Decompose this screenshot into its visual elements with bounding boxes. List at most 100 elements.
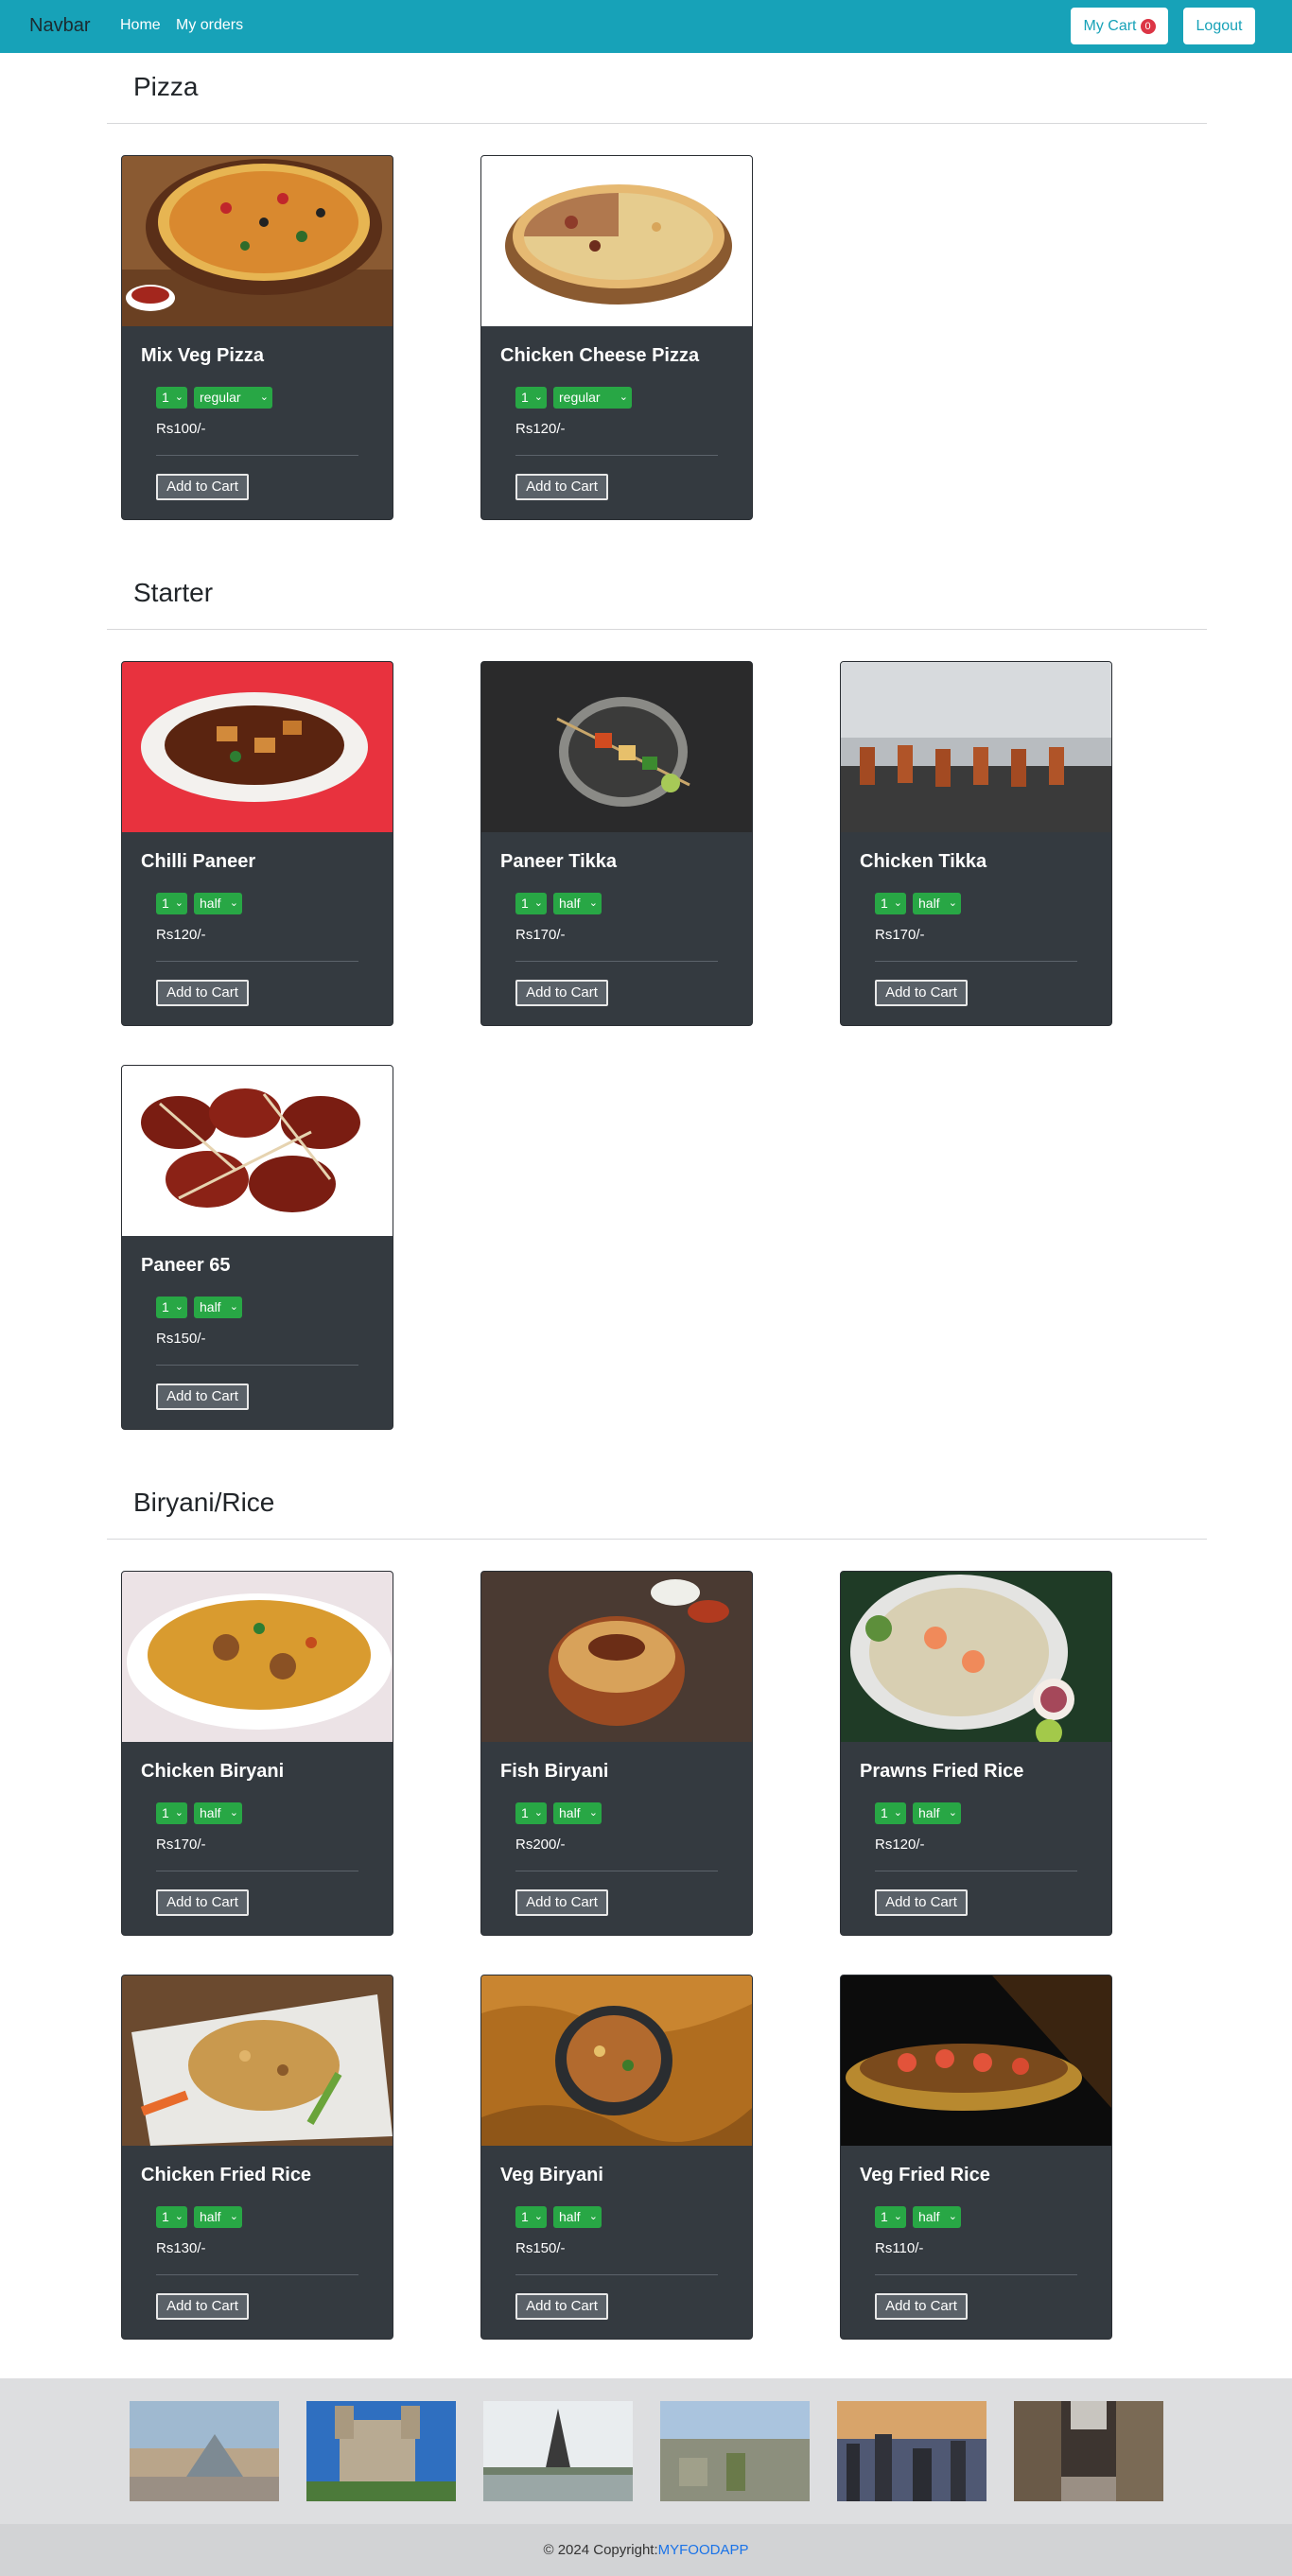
gallery-image-paris-skyline[interactable] xyxy=(660,2401,810,2501)
quantity-select[interactable]: 1 ⌄ xyxy=(156,893,187,914)
logout-button[interactable]: Logout xyxy=(1183,8,1255,44)
chevron-down-icon: ⌄ xyxy=(948,1807,957,1819)
add-to-cart-button[interactable]: Add to Cart xyxy=(875,980,968,1006)
nav-link-my-orders[interactable]: My orders xyxy=(176,17,243,34)
section-divider xyxy=(107,123,1207,124)
chevron-down-icon: ⌄ xyxy=(174,1301,183,1313)
size-value: half xyxy=(200,1299,221,1314)
quantity-select[interactable]: 1 ⌄ xyxy=(156,1802,187,1824)
section-divider xyxy=(107,629,1207,630)
food-name: Veg Biryani xyxy=(500,2165,603,2185)
size-select[interactable]: half ⌄ xyxy=(194,893,242,914)
gallery-image-paris-street[interactable] xyxy=(1014,2401,1163,2501)
chevron-down-icon: ⌄ xyxy=(174,1807,183,1819)
food-card: Chicken Tikka 1 ⌄ half ⌄ Rs170/- Add to Ca… xyxy=(840,661,1112,1026)
add-to-cart-button[interactable]: Add to Cart xyxy=(156,1384,249,1410)
chevron-down-icon: ⌄ xyxy=(588,897,598,909)
chevron-down-icon: ⌄ xyxy=(893,897,902,909)
chevron-down-icon: ⌄ xyxy=(174,897,183,909)
chilli-paneer-image xyxy=(122,662,393,832)
quantity-select[interactable]: 1 ⌄ xyxy=(875,893,906,914)
chicken-cheese-pizza-image xyxy=(481,156,752,326)
card-divider xyxy=(156,455,358,456)
food-card: Chicken Biryani 1 ⌄ half ⌄ Rs170/- Add to … xyxy=(121,1571,393,1936)
food-card: Paneer 65 1 ⌄ half ⌄ Rs150/- Add to Cart xyxy=(121,1065,393,1430)
food-name: Chicken Biryani xyxy=(141,1761,285,1782)
cart-count-badge: 0 xyxy=(1140,18,1156,34)
quantity-select[interactable]: 1 ⌄ xyxy=(875,1802,906,1824)
gallery-image-city-sunset[interactable] xyxy=(837,2401,986,2501)
quantity-select[interactable]: 1 ⌄ xyxy=(515,2206,547,2228)
food-price: Rs110/- xyxy=(875,2240,924,2256)
size-select[interactable]: regular ⌄ xyxy=(194,387,272,409)
quantity-value: 1 xyxy=(881,1805,888,1820)
quantity-select[interactable]: 1 ⌄ xyxy=(156,2206,187,2228)
copyright-text: © 2024 Copyright: xyxy=(543,2542,658,2558)
add-to-cart-button[interactable]: Add to Cart xyxy=(156,1889,249,1916)
quantity-value: 1 xyxy=(162,896,169,911)
food-price: Rs100/- xyxy=(156,421,206,437)
food-card: Prawns Fried Rice 1 ⌄ half ⌄ Rs120/- Add t… xyxy=(840,1571,1112,1936)
size-select[interactable]: half ⌄ xyxy=(194,1802,242,1824)
gallery-image-louvre[interactable] xyxy=(130,2401,279,2501)
quantity-select[interactable]: 1 ⌄ xyxy=(515,387,547,409)
quantity-select[interactable]: 1 ⌄ xyxy=(515,893,547,914)
footer-app-link[interactable]: MYFOODAPP xyxy=(658,2542,749,2558)
card-divider xyxy=(515,2274,718,2275)
food-name: Chilli Paneer xyxy=(141,851,256,872)
add-to-cart-button[interactable]: Add to Cart xyxy=(875,1889,968,1916)
gallery-image-notre-dame[interactable] xyxy=(306,2401,456,2501)
veg-fried-rice-image xyxy=(841,1976,1111,2146)
chevron-down-icon: ⌄ xyxy=(229,2211,238,2222)
nav-link-home[interactable]: Home xyxy=(120,17,161,34)
fish-biryani-image xyxy=(481,1572,752,1742)
add-to-cart-button[interactable]: Add to Cart xyxy=(875,2293,968,2320)
navbar-brand[interactable]: Navbar xyxy=(29,15,90,37)
size-select[interactable]: half ⌄ xyxy=(913,2206,961,2228)
add-to-cart-button[interactable]: Add to Cart xyxy=(515,474,608,500)
size-select[interactable]: half ⌄ xyxy=(553,2206,602,2228)
quantity-select[interactable]: 1 ⌄ xyxy=(515,1802,547,1824)
food-card: Fish Biryani 1 ⌄ half ⌄ Rs200/- Add to Car… xyxy=(480,1571,753,1936)
footer-gallery xyxy=(0,2378,1292,2524)
chevron-down-icon: ⌄ xyxy=(533,392,543,403)
my-cart-button[interactable]: My Cart 0 xyxy=(1071,8,1168,44)
add-to-cart-button[interactable]: Add to Cart xyxy=(156,474,249,500)
paneer-65-image xyxy=(122,1066,393,1236)
size-select[interactable]: half ⌄ xyxy=(913,893,961,914)
food-name: Veg Fried Rice xyxy=(860,2165,990,2185)
paneer-tikka-image xyxy=(481,662,752,832)
size-select[interactable]: half ⌄ xyxy=(553,1802,602,1824)
add-to-cart-button[interactable]: Add to Cart xyxy=(515,2293,608,2320)
section-title-biryani-rice: Biryani/Rice xyxy=(133,1488,275,1517)
food-card: Mix Veg Pizza 1 ⌄ regular ⌄ Rs100/- Add to… xyxy=(121,155,393,520)
size-select[interactable]: half ⌄ xyxy=(194,2206,242,2228)
add-to-cart-button[interactable]: Add to Cart xyxy=(515,980,608,1006)
card-divider xyxy=(515,455,718,456)
chevron-down-icon: ⌄ xyxy=(174,392,183,403)
quantity-select[interactable]: 1 ⌄ xyxy=(156,387,187,409)
chevron-down-icon: ⌄ xyxy=(533,2211,543,2222)
quantity-select[interactable]: 1 ⌄ xyxy=(156,1297,187,1318)
food-name: Chicken Cheese Pizza xyxy=(500,345,700,366)
chevron-down-icon: ⌄ xyxy=(229,1301,238,1313)
card-divider xyxy=(156,2274,358,2275)
quantity-value: 1 xyxy=(881,2209,888,2224)
add-to-cart-button[interactable]: Add to Cart xyxy=(515,1889,608,1916)
size-value: half xyxy=(200,2209,221,2224)
gallery-image-eiffel-tower[interactable] xyxy=(483,2401,633,2501)
size-select[interactable]: half ⌄ xyxy=(913,1802,961,1824)
food-price: Rs150/- xyxy=(156,1331,206,1347)
food-name: Prawns Fried Rice xyxy=(860,1761,1024,1782)
size-select[interactable]: regular ⌄ xyxy=(553,387,632,409)
add-to-cart-button[interactable]: Add to Cart xyxy=(156,980,249,1006)
food-card: Paneer Tikka 1 ⌄ half ⌄ Rs170/- Add to Car… xyxy=(480,661,753,1026)
card-divider xyxy=(875,2274,1077,2275)
size-select[interactable]: half ⌄ xyxy=(553,893,602,914)
add-to-cart-button[interactable]: Add to Cart xyxy=(156,2293,249,2320)
chevron-down-icon: ⌄ xyxy=(533,1807,543,1819)
size-select[interactable]: half ⌄ xyxy=(194,1297,242,1318)
quantity-value: 1 xyxy=(521,2209,529,2224)
card-divider xyxy=(156,1365,358,1366)
quantity-select[interactable]: 1 ⌄ xyxy=(875,2206,906,2228)
